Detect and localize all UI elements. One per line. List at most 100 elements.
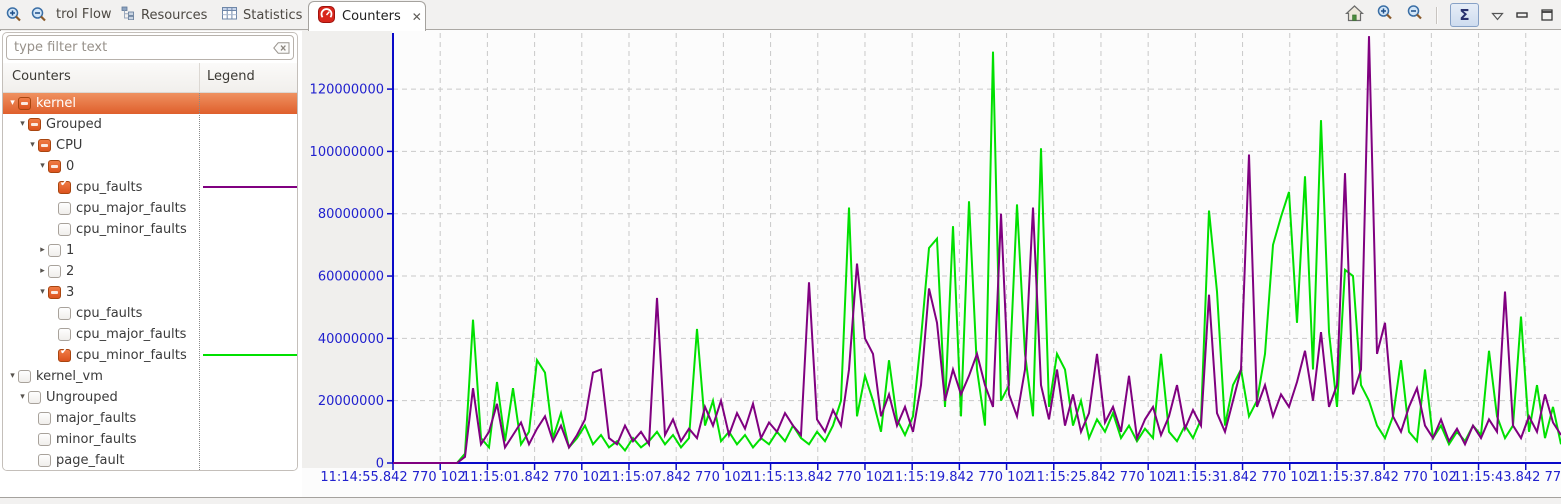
filter-box (6, 35, 294, 60)
tree-item-label: cpu_major_faults (76, 201, 186, 216)
tree-item-label: 3 (66, 285, 74, 300)
checkbox-unchecked[interactable] (18, 370, 31, 383)
tree-row[interactable]: cpu_major_faults (3, 198, 297, 219)
checkbox-unchecked[interactable] (48, 244, 61, 257)
tree-item-label: minor_faults (56, 432, 137, 447)
tree-row[interactable]: ▾ kernel_vm (3, 366, 297, 387)
partial-check-bar (51, 165, 58, 168)
tree-item-label: cpu_faults (76, 306, 142, 321)
tree-row[interactable]: ▾0 (3, 156, 297, 177)
checkbox-unchecked[interactable] (38, 412, 51, 425)
tab-label: trol Flow (56, 7, 112, 22)
tree-item-label: kernel_vm (36, 369, 103, 384)
tree-row[interactable]: major_faults (3, 408, 297, 429)
tree-row[interactable]: ▾ CPU (3, 135, 297, 156)
checkbox-unchecked[interactable] (58, 307, 71, 320)
column-header-legend[interactable]: Legend (207, 69, 255, 84)
checkbox-partial[interactable] (48, 286, 61, 299)
zoom-out-icon[interactable] (30, 6, 48, 24)
close-icon[interactable]: ✕ (412, 10, 422, 24)
tree-row[interactable]: ▸1 (3, 240, 297, 261)
check-icon: ✔ (60, 178, 68, 189)
expander-collapsed-icon[interactable]: ▸ (37, 261, 48, 282)
tree-row[interactable]: cpu_minor_faults (3, 219, 297, 240)
resources-tree-icon (121, 6, 135, 24)
window-bottom-edge (0, 497, 1561, 504)
partial-check-bar (31, 123, 38, 126)
svg-text:11:15:07.842 770 102: 11:15:07.842 770 102 (604, 470, 749, 485)
expander-collapsed-icon[interactable]: ▸ (37, 240, 48, 261)
checkbox-unchecked[interactable] (38, 433, 51, 446)
tree-item-label: cpu_major_faults (76, 327, 186, 342)
tree-item-label: page_fault (56, 453, 124, 468)
tree-row[interactable]: ✔ cpu_minor_faults (3, 345, 297, 366)
legend-line (203, 186, 298, 188)
column-header-counters[interactable]: Counters (12, 69, 71, 84)
clear-filter-icon[interactable] (269, 36, 293, 59)
tree-row[interactable]: ▾Ungrouped (3, 387, 297, 408)
tab-statistics[interactable]: Statistics (222, 0, 302, 30)
tree-row[interactable]: ▾3 (3, 282, 297, 303)
checkbox-unchecked[interactable] (28, 391, 41, 404)
checkbox-unchecked[interactable] (48, 265, 61, 278)
svg-text:11:15:19.842 770 102: 11:15:19.842 770 102 (887, 470, 1032, 485)
svg-text:11:15:13.842 770 102: 11:15:13.842 770 102 (745, 470, 890, 485)
svg-text:11:15:43.842 770 102: 11:15:43.842 770 102 (1453, 470, 1561, 485)
tree-row[interactable]: ▾ kernel (3, 93, 297, 114)
tree-item-label: cpu_faults (76, 180, 142, 195)
tree-row[interactable]: ▾ Grouped (3, 114, 297, 135)
svg-text:11:15:31.842 770 102: 11:15:31.842 770 102 (1170, 470, 1315, 485)
tree-row[interactable]: cpu_major_faults (3, 324, 297, 345)
tab-counters[interactable]: Counters ✕ (308, 1, 426, 31)
expander-expanded-icon[interactable]: ▾ (17, 114, 28, 135)
tree-item-label: cpu_minor_faults (76, 222, 187, 237)
counters-gauge-icon (318, 6, 335, 27)
zoom-in-icon[interactable] (1376, 4, 1394, 26)
counters-tree: ▾kernel▾Grouped▾CPU▾0✔cpu_faultscpu_majo… (3, 93, 297, 470)
statistics-table-icon (222, 7, 237, 24)
checkbox-unchecked[interactable] (58, 202, 71, 215)
checkbox-partial[interactable] (38, 139, 51, 152)
filter-input[interactable] (7, 40, 269, 55)
view-menu-icon[interactable] (1491, 6, 1504, 25)
partial-check-bar (51, 291, 58, 294)
minimize-icon[interactable] (1516, 6, 1529, 25)
tree-row[interactable]: minor_faults (3, 429, 297, 450)
tree-item-label: CPU (56, 138, 82, 153)
zoom-out-icon[interactable] (1406, 4, 1424, 26)
checkbox-unchecked[interactable] (38, 454, 51, 467)
expander-expanded-icon[interactable]: ▾ (27, 135, 38, 156)
tree-row[interactable]: ✔ cpu_faults (3, 177, 297, 198)
sigma-icon: Σ (1459, 6, 1469, 24)
tab-control-flow[interactable]: trol Flow (56, 0, 112, 30)
tab-resources[interactable]: Resources (121, 0, 207, 30)
zoom-in-icon[interactable] (5, 6, 23, 24)
tree-item-label: cpu_minor_faults (76, 348, 187, 363)
tree-item-label: Grouped (46, 117, 102, 132)
tree-row[interactable]: cpu_faults (3, 303, 297, 324)
checkbox-checked[interactable]: ✔ (58, 181, 71, 194)
maximize-icon[interactable] (1541, 6, 1554, 25)
checkbox-partial[interactable] (18, 97, 31, 110)
tab-label: Counters (342, 9, 401, 24)
home-icon[interactable] (1345, 5, 1364, 26)
tree-row[interactable]: page_fault (3, 450, 297, 471)
expander-expanded-icon[interactable]: ▾ (17, 387, 28, 408)
expander-expanded-icon[interactable]: ▾ (37, 156, 48, 177)
counters-sidebar: Counters Legend ▾kernel▾Grouped▾CPU▾0✔cp… (0, 31, 302, 497)
checkbox-partial[interactable] (48, 160, 61, 173)
counters-tree-panel: Counters Legend ▾kernel▾Grouped▾CPU▾0✔cp… (2, 32, 298, 471)
sigma-toggle-button[interactable]: Σ (1450, 3, 1479, 27)
tree-item-label: kernel (36, 96, 76, 111)
checkbox-unchecked[interactable] (58, 328, 71, 341)
check-icon: ✔ (60, 346, 68, 357)
expander-expanded-icon[interactable]: ▾ (7, 366, 18, 387)
checkbox-partial[interactable] (28, 118, 41, 131)
expander-expanded-icon[interactable]: ▾ (37, 282, 48, 303)
tree-row[interactable]: ▸2 (3, 261, 297, 282)
checkbox-checked[interactable]: ✔ (58, 349, 71, 362)
expander-expanded-icon[interactable]: ▾ (7, 93, 18, 114)
checkbox-unchecked[interactable] (58, 223, 71, 236)
tree-item-label: major_faults (56, 411, 136, 426)
counters-chart[interactable]: 11:14:55.842 770 10211:15:01.842 770 102… (302, 30, 1561, 497)
